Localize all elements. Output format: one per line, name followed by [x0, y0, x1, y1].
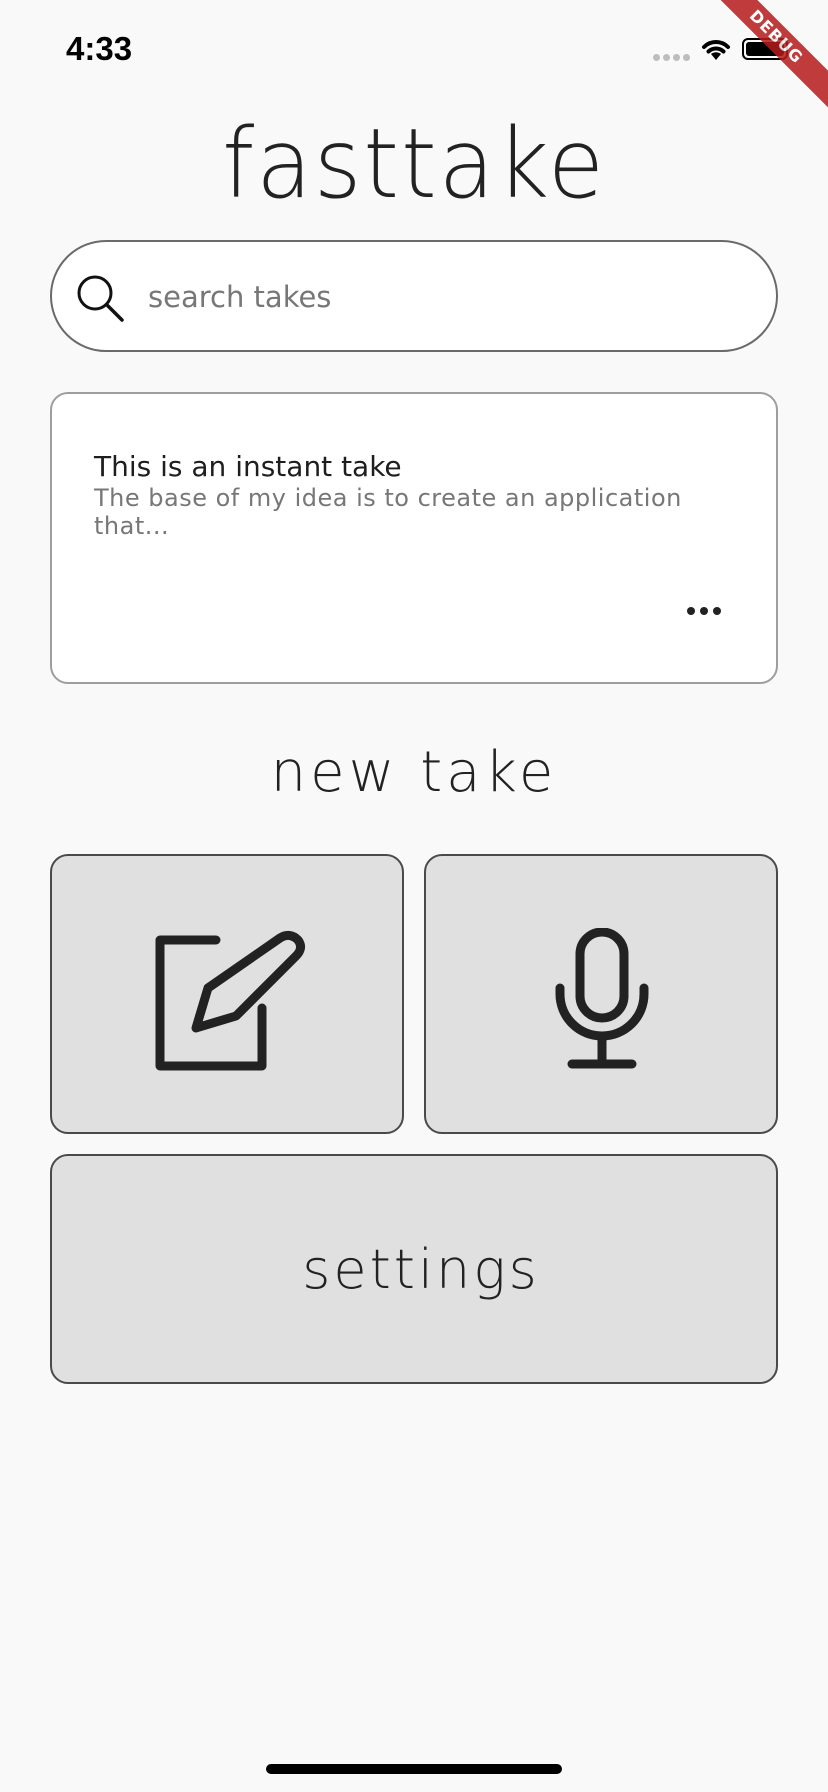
- settings-label: settings: [302, 1237, 540, 1301]
- edit-icon: [155, 930, 306, 1071]
- take-title: This is an instant take: [94, 450, 402, 483]
- new-take-heading: new take: [270, 740, 558, 805]
- cellular-signal-icon: [653, 54, 690, 61]
- microphone-icon: [555, 928, 649, 1069]
- take-preview: The base of my idea is to create an appl…: [94, 484, 682, 540]
- more-options-icon[interactable]: [684, 604, 724, 618]
- search-icon: [77, 275, 124, 322]
- take-card[interactable]: This is an instant take The base of my i…: [50, 392, 778, 684]
- debug-banner: DEBUG: [708, 0, 828, 120]
- settings-button[interactable]: settings: [50, 1154, 778, 1384]
- debug-banner-label: DEBUG: [708, 0, 828, 117]
- new-text-take-button[interactable]: [50, 854, 404, 1134]
- home-indicator[interactable]: [266, 1764, 562, 1774]
- new-voice-take-button[interactable]: [424, 854, 778, 1134]
- status-bar: 4:33: [0, 0, 828, 100]
- search-bar[interactable]: [50, 240, 778, 352]
- status-time: 4:33: [66, 30, 133, 67]
- app-title: fasttake: [222, 108, 606, 220]
- search-input[interactable]: [148, 264, 748, 330]
